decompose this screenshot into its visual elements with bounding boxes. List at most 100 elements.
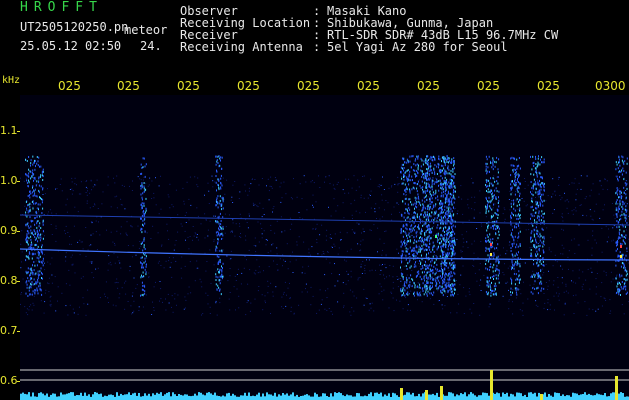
noise-pixel [232,232,233,233]
burst-pixel [217,284,219,287]
noise-pixel [258,241,260,243]
burst-pixel [143,182,145,184]
noise-pixel [558,184,560,186]
noise-pixel [85,186,87,188]
burst-pixel [407,262,409,265]
burst-pixel [433,213,435,216]
burst-pixel [34,289,36,291]
burst-pixel [144,211,146,214]
burst-pixel [494,165,496,168]
burst-pixel [433,251,435,253]
noise-pixel [71,254,73,256]
noise-pixel [231,196,233,198]
noise-pixel [49,209,51,211]
burst-pixel [489,285,491,288]
burst-pixel [33,230,35,233]
hotspot-pixel [490,253,492,256]
burst-pixel [40,236,42,239]
noise-pixel [239,225,241,227]
noise-pixel [441,260,443,262]
noise-pixel [385,254,387,256]
level-bar [332,396,334,400]
burst-pixel [39,261,41,263]
noise-pixel [72,308,74,310]
burst-pixel [440,169,442,172]
burst-pixel [39,229,40,232]
noise-pixel [572,213,574,215]
noise-pixel [112,304,114,306]
noise-pixel [93,277,95,279]
burst-pixel [510,247,512,249]
level-bar [296,394,298,400]
level-bar [186,394,188,400]
burst-pixel [513,207,515,210]
burst-pixel [541,210,543,213]
noise-pixel [444,305,446,307]
noise-pixel [306,209,308,211]
noise-pixel [171,306,172,308]
noise-pixel [184,296,186,298]
noise-pixel [334,245,336,247]
burst-pixel [616,226,618,229]
noise-pixel [324,308,326,310]
burst-pixel [429,170,431,173]
level-bar [582,394,584,400]
noise-pixel [584,301,586,303]
burst-pixel [140,193,142,196]
noise-pixel [315,201,317,203]
level-bar [420,396,422,400]
burst-pixel [411,175,413,178]
burst-pixel [487,247,489,250]
noise-pixel [256,259,258,261]
noise-pixel [142,179,144,181]
noise-pixel [385,267,387,269]
noise-pixel [220,280,222,282]
noise-pixel [160,208,162,210]
level-bar [626,396,628,400]
noise-pixel [222,177,224,179]
noise-pixel [403,265,405,267]
noise-pixel [580,175,582,177]
burst-pixel [436,216,438,219]
noise-pixel [564,200,566,202]
burst-pixel [419,202,421,205]
noise-pixel [462,213,464,215]
noise-pixel [129,265,131,267]
noise-pixel [476,280,478,282]
burst-pixel [26,207,28,210]
burst-pixel [408,260,410,263]
noise-pixel [547,309,549,311]
noise-pixel [578,277,580,279]
noise-pixel [473,252,475,254]
level-bar [320,396,322,400]
burst-pixel [485,207,487,210]
noise-pixel [370,230,372,231]
burst-pixel [221,270,223,273]
burst-pixel [34,291,36,294]
noise-pixel [512,289,514,291]
burst-pixel [497,209,499,212]
burst-pixel [625,210,627,213]
burst-pixel [448,231,450,234]
burst-pixel [489,205,491,208]
burst-pixel [517,185,519,188]
y-tick-label: 1.0 [0,174,18,187]
noise-pixel [57,300,58,302]
burst-pixel [625,274,627,277]
noise-pixel [60,178,62,180]
burst-pixel [410,228,412,231]
noise-pixel [55,213,57,215]
burst-pixel [426,253,427,256]
noise-pixel [254,273,256,275]
burst-pixel [416,206,417,209]
burst-pixel [489,184,490,187]
noise-pixel [201,314,202,316]
burst-pixel [430,201,432,204]
noise-pixel [612,278,614,280]
noise-pixel [428,286,429,288]
noise-pixel [491,213,493,215]
noise-pixel [371,302,373,304]
burst-pixel [485,291,487,293]
noise-pixel [405,195,407,197]
burst-pixel [429,285,431,287]
